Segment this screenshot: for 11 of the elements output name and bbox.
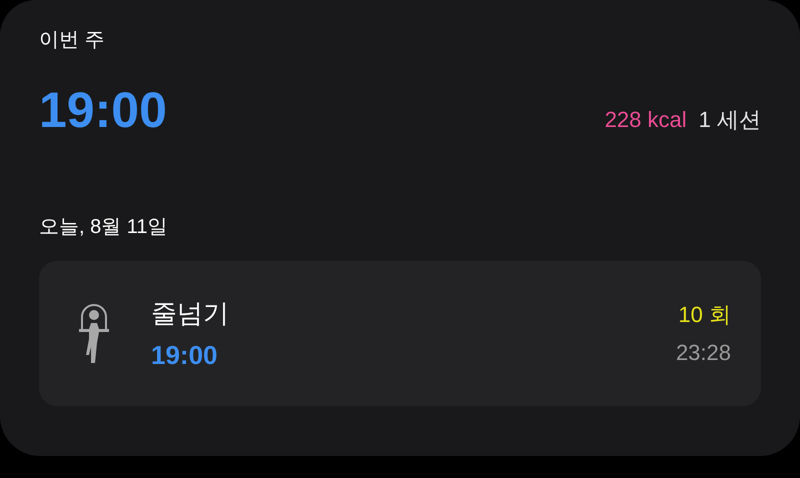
total-duration: 19:00 [39,81,167,140]
repetition-count: 10 회 [678,300,731,328]
calories: 228 kcal [604,106,687,134]
date-heading: 오늘, 8월 11일 [39,215,168,240]
workout-name: 줄넘기 [151,296,229,330]
jump-rope-person-icon [77,302,111,364]
section-title: 이번 주 [39,28,105,53]
workout-time: 23:28 [676,338,731,366]
workout-card[interactable]: 줄넘기 19:00 10 회 23:28 [39,261,761,406]
session-count: 1 세션 [698,106,761,134]
workout-duration: 19:00 [151,338,218,372]
